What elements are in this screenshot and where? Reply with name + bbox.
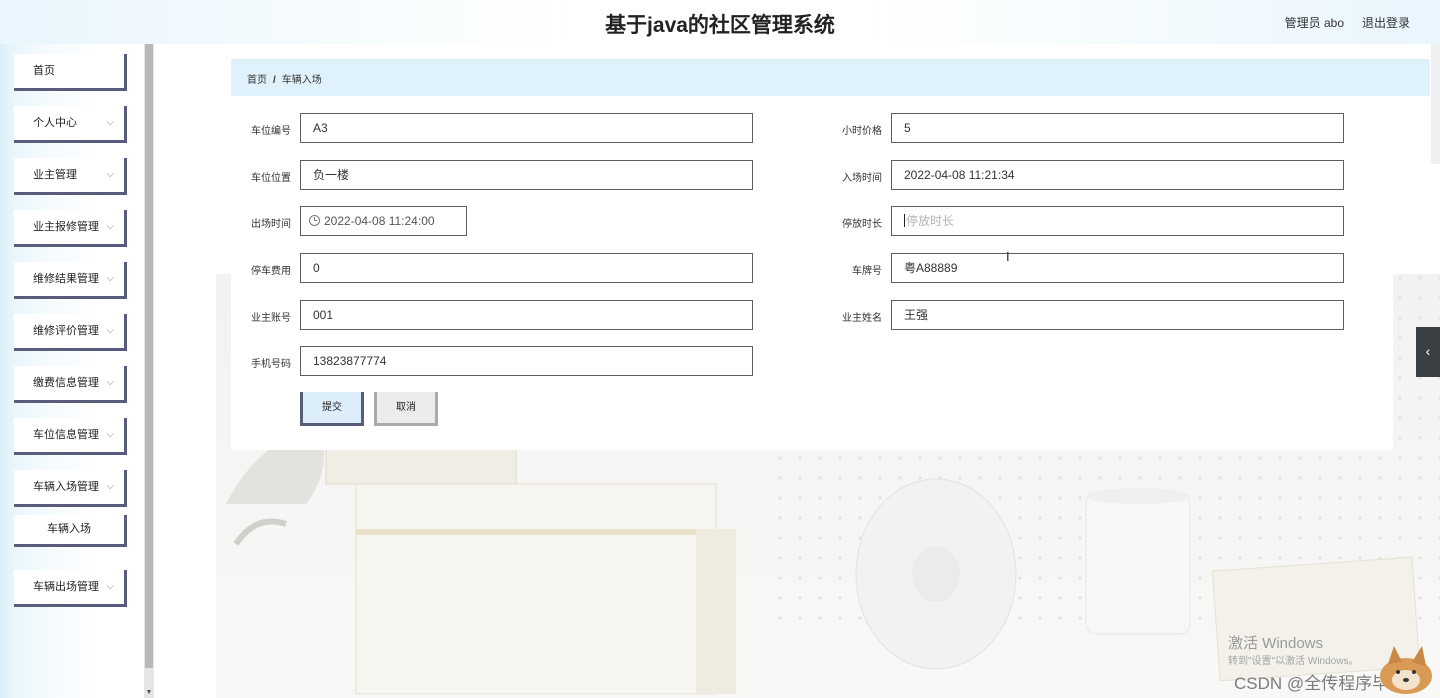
hourly-price-label: 小时价格 bbox=[842, 126, 882, 137]
sidebar: 首页 个人中心 ⌵ 业主管理 ⌵ 业主报修管理 ⌵ 维修结果管理 ⌵ 维修评价管… bbox=[0, 44, 154, 698]
chevron-down-icon: ⌵ bbox=[106, 169, 114, 180]
sidebar-item-label: 业主管理 bbox=[33, 169, 77, 181]
plate-no-input[interactable]: 粤A88889 bbox=[891, 253, 1344, 283]
main-content: 首页 / 车辆入场 车位编号 A3 小时价格 5 车位位置 负一楼 入场时间 202… bbox=[154, 44, 1440, 698]
sidebar-item-personal-center[interactable]: 个人中心 ⌵ bbox=[14, 106, 127, 143]
parking-duration-label: 停放时长 bbox=[842, 219, 882, 230]
owner-name-input[interactable]: 王强 bbox=[891, 300, 1344, 330]
sidebar-item-label: 车辆出场管理 bbox=[33, 581, 99, 593]
phone-label: 手机号码 bbox=[251, 359, 291, 370]
side-panel-toggle[interactable]: ‹ bbox=[1416, 327, 1440, 377]
phone-input[interactable]: 13823877774 bbox=[300, 346, 753, 376]
sidebar-scrollbar-thumb[interactable] bbox=[145, 44, 153, 668]
sidebar-item-label: 车辆入场管理 bbox=[33, 481, 99, 493]
cancel-button[interactable]: 取消 bbox=[374, 392, 438, 426]
shiba-dog-icon bbox=[1380, 646, 1432, 694]
text-cursor-icon: I bbox=[1006, 249, 1010, 264]
breadcrumb-current: 车辆入场 bbox=[281, 75, 322, 86]
parking-no-label: 车位编号 bbox=[251, 126, 291, 137]
app-title: 基于java的社区管理系统 bbox=[605, 14, 835, 37]
logout-link[interactable]: 退出登录 bbox=[1362, 14, 1410, 31]
breadcrumb-bar: 首页 / 车辆入场 bbox=[231, 59, 1430, 96]
chevron-down-icon: ⌵ bbox=[106, 221, 114, 232]
activation-watermark-hint: 转到"设置"以激活 Windows。 bbox=[1228, 656, 1359, 667]
sidebar-item-label: 车位信息管理 bbox=[33, 429, 99, 441]
chevron-down-icon: ⌵ bbox=[106, 325, 114, 336]
entry-time-input[interactable]: 2022-04-08 11:21:34 bbox=[891, 160, 1344, 190]
sidebar-item-payment-management[interactable]: 缴费信息管理 ⌵ bbox=[14, 366, 127, 403]
entry-time-label: 入场时间 bbox=[842, 173, 882, 184]
sidebar-item-repair-review-management[interactable]: 维修评价管理 ⌵ bbox=[14, 314, 127, 351]
sidebar-item-home[interactable]: 首页 bbox=[14, 54, 127, 91]
plate-no-label: 车牌号 bbox=[852, 266, 882, 277]
breadcrumb-separator: / bbox=[273, 75, 276, 86]
sidebar-item-vehicle-exit-management[interactable]: 车辆出场管理 ⌵ bbox=[14, 570, 127, 607]
parking-location-label: 车位位置 bbox=[251, 173, 291, 184]
top-header: 基于java的社区管理系统 管理员 abo 退出登录 bbox=[0, 0, 1440, 44]
chevron-down-icon: ⌵ bbox=[106, 273, 114, 284]
exit-time-value: 2022-04-08 11:24:00 bbox=[324, 214, 435, 228]
sidebar-subitem-vehicle-entry[interactable]: 车辆入场 bbox=[14, 515, 127, 547]
exit-time-label: 出场时间 bbox=[251, 219, 291, 230]
chevron-down-icon: ⌵ bbox=[106, 481, 114, 492]
submit-button[interactable]: 提交 bbox=[300, 392, 364, 426]
breadcrumb: 首页 / 车辆入场 bbox=[247, 71, 322, 86]
owner-name-label: 业主姓名 bbox=[842, 313, 882, 324]
chevron-down-icon: ⌵ bbox=[106, 581, 114, 592]
text-caret bbox=[904, 214, 905, 227]
scroll-down-arrow-icon[interactable]: ▼ bbox=[145, 689, 153, 696]
current-user: 管理员 abo bbox=[1284, 16, 1344, 30]
sidebar-item-repair-request-management[interactable]: 业主报修管理 ⌵ bbox=[14, 210, 127, 247]
sidebar-item-label: 缴费信息管理 bbox=[33, 377, 99, 389]
sidebar-item-label: 车辆入场 bbox=[47, 523, 91, 535]
sidebar-item-label: 首页 bbox=[33, 65, 55, 77]
owner-account-input[interactable]: 001 bbox=[300, 300, 753, 330]
sidebar-item-label: 个人中心 bbox=[33, 117, 77, 129]
activation-watermark-title: 激活 Windows bbox=[1228, 635, 1324, 652]
chevron-down-icon: ⌵ bbox=[106, 117, 114, 128]
sidebar-scrollbar[interactable]: ▼ bbox=[144, 44, 154, 698]
sidebar-item-label: 维修结果管理 bbox=[33, 273, 99, 285]
chevron-down-icon: ⌵ bbox=[106, 429, 114, 440]
breadcrumb-home[interactable]: 首页 bbox=[247, 75, 267, 86]
sidebar-item-repair-result-management[interactable]: 维修结果管理 ⌵ bbox=[14, 262, 127, 299]
parking-fee-input[interactable]: 0 bbox=[300, 253, 753, 283]
sidebar-item-owner-management[interactable]: 业主管理 ⌵ bbox=[14, 158, 127, 195]
vehicle-entry-form: 车位编号 A3 小时价格 5 车位位置 负一楼 入场时间 2022-04-08 … bbox=[231, 100, 1393, 450]
chevron-down-icon: ⌵ bbox=[106, 377, 114, 388]
parking-fee-label: 停车费用 bbox=[251, 266, 291, 277]
page-scrollbar[interactable] bbox=[1431, 44, 1440, 164]
exit-time-picker[interactable]: 2022-04-08 11:24:00 bbox=[300, 206, 467, 236]
sidebar-item-vehicle-entry-management[interactable]: 车辆入场管理 ⌵ bbox=[14, 470, 127, 507]
parking-duration-input[interactable]: 停放时长 bbox=[891, 206, 1344, 236]
sidebar-item-label: 维修评价管理 bbox=[33, 325, 99, 337]
sidebar-item-parking-space-management[interactable]: 车位信息管理 ⌵ bbox=[14, 418, 127, 455]
owner-account-label: 业主账号 bbox=[251, 313, 291, 324]
sidebar-item-label: 业主报修管理 bbox=[33, 221, 99, 233]
parking-location-input[interactable]: 负一楼 bbox=[300, 160, 753, 190]
hourly-price-input[interactable]: 5 bbox=[891, 113, 1344, 143]
parking-duration-placeholder: 停放时长 bbox=[906, 214, 955, 228]
clock-icon bbox=[309, 215, 320, 226]
parking-no-input[interactable]: A3 bbox=[300, 113, 753, 143]
